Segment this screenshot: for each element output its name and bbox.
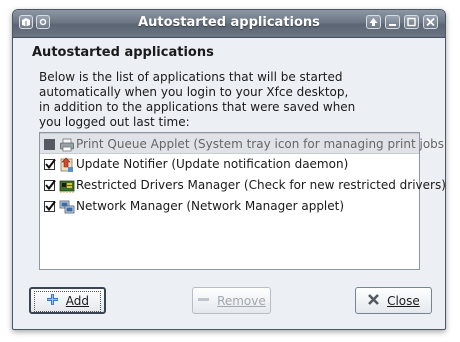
- list-item[interactable]: Restricted Drivers Manager (Check for ne…: [40, 175, 445, 196]
- app-label: Update Notifier (Update notification dae…: [76, 157, 349, 171]
- description-text: Below is the list of applications that w…: [39, 70, 359, 130]
- restricted-drivers-icon: [59, 178, 75, 194]
- autostart-dialog-window: Autostarted applications Autostarted app…: [12, 9, 446, 330]
- update-notifier-icon: [59, 157, 75, 173]
- plus-icon: [46, 293, 59, 309]
- autostart-app-list[interactable]: Print Queue Applet (System tray icon for…: [39, 132, 445, 270]
- maximize-button[interactable]: [404, 15, 419, 29]
- minimize-button[interactable]: [385, 15, 400, 29]
- list-item[interactable]: Update Notifier (Update notification dae…: [40, 154, 419, 175]
- description-line: automatically when you login to your Xfc…: [39, 85, 349, 99]
- description-line: Below is the list of applications that w…: [39, 70, 343, 84]
- minus-icon: [197, 293, 210, 309]
- list-item[interactable]: Network Manager (Network Manager applet): [40, 196, 419, 217]
- remove-button-content: Remove: [193, 293, 270, 309]
- app-enabled-checkbox[interactable]: [44, 200, 56, 212]
- close-button-label: Close: [387, 294, 420, 308]
- close-window-button[interactable]: [423, 15, 438, 29]
- close-button[interactable]: Close: [355, 287, 432, 314]
- add-button-label: Add: [65, 294, 90, 308]
- close-x-icon: [367, 293, 380, 309]
- app-label: Print Queue Applet (System tray icon for…: [76, 137, 446, 151]
- shade-button[interactable]: [366, 15, 381, 29]
- add-button-focus: Add: [34, 291, 101, 312]
- list-item[interactable]: Print Queue Applet (System tray icon for…: [40, 133, 445, 154]
- app-label: Restricted Drivers Manager (Check for ne…: [76, 178, 446, 192]
- section-heading: Autostarted applications: [32, 45, 214, 60]
- add-button[interactable]: Add: [29, 287, 106, 314]
- app-label: Network Manager (Network Manager applet): [76, 199, 345, 213]
- description-line: you logged out last time:: [39, 115, 190, 129]
- app-enabled-checkbox[interactable]: [44, 179, 56, 191]
- description-line: in addition to the applications that wer…: [39, 100, 356, 114]
- app-enabled-checkbox[interactable]: [44, 139, 55, 150]
- title-bar[interactable]: Autostarted applications: [13, 10, 445, 38]
- remove-button-label: Remove: [217, 294, 266, 308]
- printer-icon: [59, 137, 75, 153]
- close-button-content: Close: [356, 293, 431, 309]
- remove-button[interactable]: Remove: [192, 287, 271, 314]
- network-manager-icon: [59, 199, 75, 215]
- app-enabled-checkbox[interactable]: [44, 158, 56, 170]
